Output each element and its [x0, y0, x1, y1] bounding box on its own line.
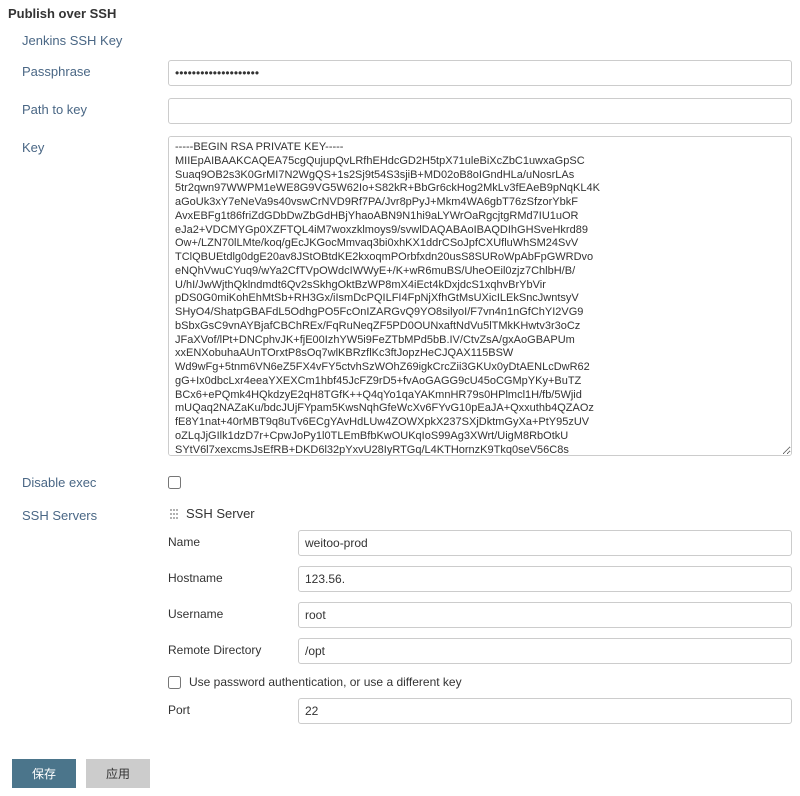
passphrase-input[interactable] — [168, 60, 792, 86]
server-port-label: Port — [168, 698, 298, 717]
ssh-server-header: SSH Server — [168, 504, 792, 525]
server-name-input[interactable] — [298, 530, 792, 556]
use-password-label: Use password authentication, or use a di… — [189, 675, 462, 689]
disable-exec-label: Disable exec — [8, 471, 168, 490]
publish-over-ssh-section: Jenkins SSH Key Passphrase Path to key K… — [0, 23, 800, 747]
passphrase-label: Passphrase — [8, 60, 168, 79]
jenkins-ssh-key-label: Jenkins SSH Key — [8, 29, 168, 48]
server-name-label: Name — [168, 530, 298, 549]
server-username-input[interactable] — [298, 602, 792, 628]
server-hostname-label: Hostname — [168, 566, 298, 585]
ssh-servers-label: SSH Servers — [8, 504, 168, 523]
server-username-label: Username — [168, 602, 298, 621]
drag-grip-icon[interactable] — [168, 508, 180, 520]
server-port-input[interactable] — [298, 698, 792, 724]
section-title: Publish over SSH — [0, 0, 800, 23]
key-label: Key — [8, 136, 168, 155]
save-button[interactable]: 保存 — [12, 759, 76, 788]
server-remote-dir-label: Remote Directory — [168, 638, 298, 657]
use-password-checkbox[interactable] — [168, 676, 181, 689]
ssh-server-header-label: SSH Server — [186, 506, 255, 521]
path-to-key-input[interactable] — [168, 98, 792, 124]
server-hostname-input[interactable] — [298, 566, 792, 592]
button-row: 保存 应用 — [0, 747, 800, 796]
key-textarea[interactable]: -----BEGIN RSA PRIVATE KEY----- MIIEpAIB… — [168, 136, 792, 456]
server-remote-dir-input[interactable] — [298, 638, 792, 664]
disable-exec-checkbox[interactable] — [168, 476, 181, 489]
apply-button[interactable]: 应用 — [86, 759, 150, 788]
path-to-key-label: Path to key — [8, 98, 168, 117]
